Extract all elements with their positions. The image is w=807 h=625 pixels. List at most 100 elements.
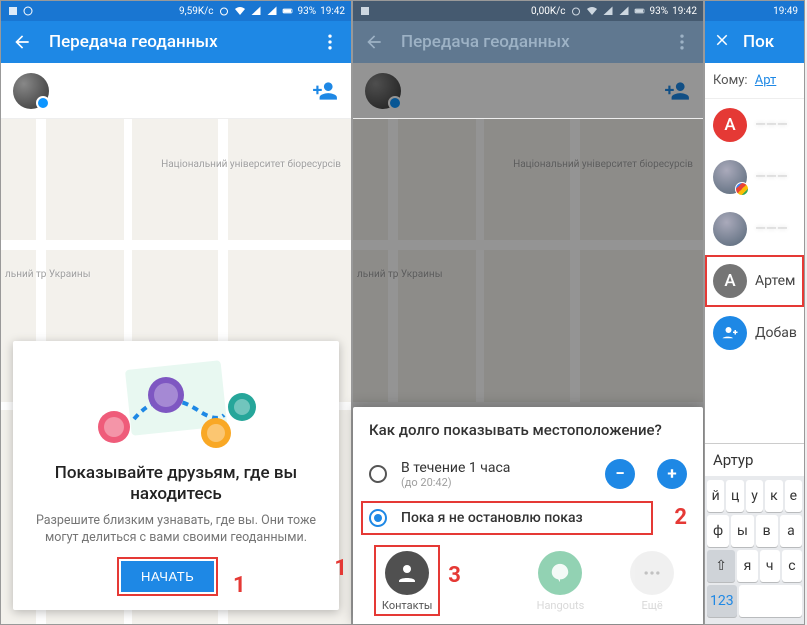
status-bar: 9,59K/c 93% 19:42 <box>1 1 351 21</box>
battery-pct: 93% <box>298 6 317 17</box>
key[interactable]: ц <box>726 480 743 512</box>
duration-option-untilstop[interactable]: Пока я не остановлю показ 2 <box>353 499 703 537</box>
battery-pct: 93% <box>650 6 669 17</box>
sheet-title: Как долго показывать местоположение? <box>353 421 703 449</box>
annotation-number: 1 <box>233 573 246 598</box>
recipient-field[interactable]: Кому: Арт <box>705 63 804 99</box>
map-view[interactable]: Національний університет біоресурсів льн… <box>1 119 351 624</box>
status-bar: 19:49 <box>705 1 804 21</box>
contact-name: ——— <box>755 221 788 237</box>
key[interactable]: я <box>737 550 757 582</box>
option-sublabel: (до 20:42) <box>401 476 591 489</box>
contact-name: Добав <box>755 325 797 341</box>
signal-icon <box>602 5 614 17</box>
share-location-illustration <box>27 355 325 455</box>
contact-name: Артем <box>755 273 795 289</box>
avatar-letter: A <box>713 108 747 142</box>
radio-unchecked-icon <box>369 465 387 483</box>
duration-bottom-sheet: Как долго показывать местоположение? В т… <box>353 407 703 624</box>
more-icon <box>630 551 674 595</box>
screen-contacts: 19:49 Пок Кому: Арт A ——— ——— ——— A Арте… <box>704 0 805 625</box>
increase-button[interactable]: + <box>657 459 687 489</box>
signal-icon <box>266 5 278 17</box>
status-bar: 0,00K/c 93% 19:42 <box>353 1 703 21</box>
share-target-contacts[interactable]: Контакты <box>382 551 433 612</box>
radio-checked-icon <box>369 509 387 527</box>
share-label: Hangouts <box>537 599 585 612</box>
back-button[interactable] <box>361 29 387 55</box>
notification-icon <box>7 5 19 17</box>
key[interactable]: а <box>780 515 802 547</box>
share-target-row: Контакты 3 Hangouts Ещё <box>353 537 703 618</box>
contact-item[interactable]: ——— <box>705 203 804 255</box>
key[interactable]: к <box>765 480 782 512</box>
share-target-more[interactable]: Ещё <box>630 551 674 612</box>
key[interactable]: ч <box>760 550 780 582</box>
overflow-menu-button[interactable] <box>317 29 343 55</box>
contact-item-selected[interactable]: A Артем <box>705 255 804 307</box>
app-bar: Передача геоданных <box>353 21 703 63</box>
hangouts-icon <box>538 551 582 595</box>
profile-row <box>1 63 351 119</box>
overflow-menu-button[interactable] <box>669 29 695 55</box>
map-poi-label: Національний університет біоресурсів <box>161 159 341 170</box>
wifi-icon <box>586 5 598 17</box>
alarm-icon <box>218 5 230 17</box>
keyboard-suggestion[interactable]: Артур <box>705 444 804 476</box>
screen-intro: 9,59K/c 93% 19:42 Передача геоданных Нац… <box>0 0 352 625</box>
annotation-number: 1 <box>334 556 347 581</box>
contact-item[interactable]: A ——— <box>705 99 804 151</box>
key[interactable]: ф <box>707 515 729 547</box>
card-headline: Показывайте друзьям, где вы находитесь <box>27 463 325 506</box>
page-title: Пок <box>743 32 774 52</box>
contact-item-add[interactable]: Добав <box>705 307 804 359</box>
key[interactable]: в <box>756 515 778 547</box>
wifi-icon <box>234 5 246 17</box>
clock: 19:42 <box>672 6 697 17</box>
profile-row <box>353 63 703 119</box>
contact-item[interactable]: ——— <box>705 151 804 203</box>
avatar-letter: A <box>713 264 747 298</box>
battery-icon <box>634 5 646 17</box>
google-badge-icon <box>735 182 749 196</box>
sync-icon <box>22 5 34 17</box>
contact-name: ——— <box>755 169 788 185</box>
key[interactable]: е <box>785 480 802 512</box>
contact-name: ——— <box>755 117 788 133</box>
back-button[interactable] <box>9 29 35 55</box>
contacts-icon <box>385 551 429 595</box>
page-title: Передача геоданных <box>401 32 570 52</box>
shift-key[interactable]: ⇧ <box>707 550 735 582</box>
page-title: Передача геоданных <box>49 32 218 52</box>
share-target-hangouts[interactable]: Hangouts <box>537 551 585 612</box>
avatar <box>713 160 747 194</box>
start-button[interactable]: НАЧАТЬ <box>121 561 214 592</box>
card-body: Разрешите близким узнавать, где вы. Они … <box>27 513 325 547</box>
key[interactable]: ы <box>731 515 753 547</box>
app-bar: Пок <box>705 21 804 63</box>
decrease-button[interactable]: − <box>605 459 635 489</box>
battery-icon <box>282 5 294 17</box>
key[interactable]: у <box>746 480 763 512</box>
avatar[interactable] <box>13 73 49 109</box>
option-label: Пока я не остановлю показ <box>401 510 687 526</box>
screen-duration: 0,00K/c 93% 19:42 Передача геоданных <box>352 0 704 625</box>
duration-option-1hour[interactable]: В течение 1 часа (до 20:42) − + <box>353 449 703 499</box>
add-contact-icon <box>713 316 747 350</box>
numeric-key[interactable]: 123 <box>707 585 737 617</box>
add-person-button[interactable] <box>311 77 339 105</box>
clock: 19:42 <box>320 6 345 17</box>
keyboard: Артур й ц у к е ф ы в а ⇧ я <box>705 443 804 624</box>
signal-icon <box>618 5 630 17</box>
key[interactable]: й <box>707 480 724 512</box>
option-label: В течение 1 часа <box>401 460 591 476</box>
share-label: Ещё <box>641 599 662 612</box>
key[interactable]: с <box>782 550 802 582</box>
net-speed: 9,59K/c <box>179 6 213 17</box>
space-key[interactable] <box>739 585 802 617</box>
intro-card: Показывайте друзьям, где вы находитесь Р… <box>13 341 339 610</box>
close-button[interactable] <box>713 31 731 53</box>
app-bar: Передача геоданных <box>1 21 351 63</box>
to-label: Кому: <box>713 73 748 88</box>
signal-icon <box>250 5 262 17</box>
